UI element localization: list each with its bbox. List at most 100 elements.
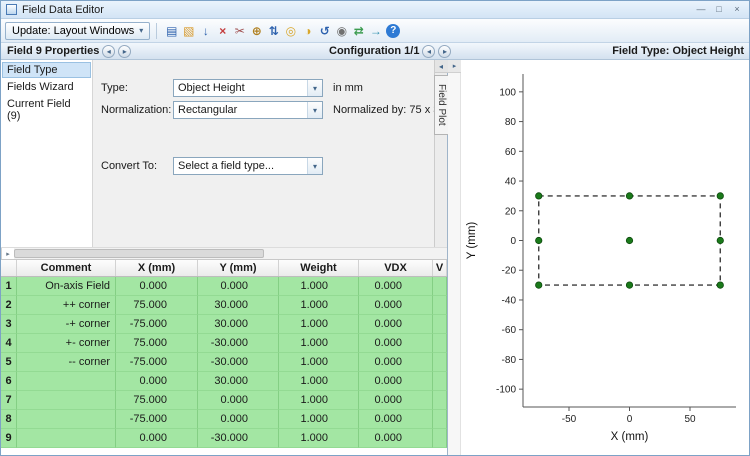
table-cell[interactable]: 75.000 xyxy=(116,296,198,315)
table-cell[interactable]: 0.000 xyxy=(359,296,433,315)
table-cell[interactable]: 1.000 xyxy=(279,429,359,448)
sidebar-item-current-field[interactable]: Current Field (9) xyxy=(2,96,91,124)
table-cell[interactable] xyxy=(433,334,447,353)
column-header-vdx[interactable]: VDX xyxy=(359,260,433,276)
table-cell[interactable]: 0.000 xyxy=(116,277,198,296)
next-configuration-button[interactable]: ▸ xyxy=(438,45,451,58)
column-header-comment[interactable]: Comment xyxy=(17,260,116,276)
table-cell[interactable]: 0.000 xyxy=(198,391,279,410)
table-cell[interactable]: 1.000 xyxy=(279,277,359,296)
column-header-y[interactable]: Y (mm) xyxy=(198,260,279,276)
scrollbar-thumb[interactable] xyxy=(14,249,264,258)
table-cell[interactable]: 8 xyxy=(1,410,17,429)
table-cell[interactable]: 9 xyxy=(1,429,17,448)
table-row[interactable]: 2++ corner75.00030.0001.0000.000 xyxy=(1,296,447,315)
previous-configuration-button[interactable]: ◂ xyxy=(422,45,435,58)
next-field-button[interactable]: ▸ xyxy=(118,45,131,58)
table-row[interactable]: 8-75.0000.0001.0000.000 xyxy=(1,410,447,429)
maximize-button[interactable]: □ xyxy=(710,3,728,17)
horizontal-scrollbar[interactable]: ◂ ▸ xyxy=(1,247,447,260)
table-cell[interactable]: -30.000 xyxy=(198,429,279,448)
convert-to-select[interactable]: Select a field type... ▾ xyxy=(173,157,323,175)
table-cell[interactable]: 1.000 xyxy=(279,353,359,372)
close-button[interactable]: × xyxy=(728,3,746,17)
table-cell[interactable]: ++ corner xyxy=(17,296,116,315)
table-cell[interactable]: 0.000 xyxy=(359,334,433,353)
table-row[interactable]: 60.00030.0001.0000.000 xyxy=(1,372,447,391)
table-cell[interactable]: 0.000 xyxy=(359,391,433,410)
table-cell[interactable]: 1.000 xyxy=(279,372,359,391)
table-cell[interactable]: 7 xyxy=(1,391,17,410)
update-layout-windows-button[interactable]: Update: Layout Windows ▾ xyxy=(5,22,150,40)
table-cell[interactable]: 0.000 xyxy=(359,429,433,448)
table-cell[interactable]: 0.000 xyxy=(359,315,433,334)
zoom-icon[interactable]: ⊕ xyxy=(248,22,265,40)
normalization-select[interactable]: Rectangular ▾ xyxy=(173,101,323,119)
titlebar[interactable]: Field Data Editor — □ × xyxy=(1,1,749,19)
table-cell[interactable]: 0.000 xyxy=(359,410,433,429)
table-cell[interactable]: -+ corner xyxy=(17,315,116,334)
table-cell[interactable]: -75.000 xyxy=(116,410,198,429)
table-cell[interactable]: 30.000 xyxy=(198,315,279,334)
column-header-weight[interactable]: Weight xyxy=(279,260,359,276)
table-cell[interactable]: 1.000 xyxy=(279,315,359,334)
swap-xy-icon[interactable]: ⇄ xyxy=(350,22,367,40)
table-cell[interactable]: 0.000 xyxy=(359,277,433,296)
table-cell[interactable]: 5 xyxy=(1,353,17,372)
table-cell[interactable]: -30.000 xyxy=(198,353,279,372)
cut-field-icon[interactable]: ✂ xyxy=(231,22,248,40)
table-cell[interactable] xyxy=(17,429,116,448)
table-cell[interactable]: 6 xyxy=(1,372,17,391)
sort-icon[interactable]: ⇅ xyxy=(265,22,282,40)
table-cell[interactable]: 2 xyxy=(1,296,17,315)
open-folder-icon[interactable]: ▧ xyxy=(180,22,197,40)
table-cell[interactable]: -30.000 xyxy=(198,334,279,353)
table-cell[interactable]: 1.000 xyxy=(279,391,359,410)
table-cell[interactable] xyxy=(17,410,116,429)
column-header-x[interactable]: X (mm) xyxy=(116,260,198,276)
save-icon[interactable]: ▤ xyxy=(163,22,180,40)
table-cell[interactable]: 0.000 xyxy=(116,429,198,448)
table-cell[interactable]: 0.000 xyxy=(198,277,279,296)
table-row[interactable]: 1On-axis Field0.0000.0001.0000.000 xyxy=(1,277,447,296)
table-cell[interactable]: 3 xyxy=(1,315,17,334)
table-cell[interactable]: 75.000 xyxy=(116,391,198,410)
table-cell[interactable]: 1.000 xyxy=(279,296,359,315)
table-cell[interactable] xyxy=(433,277,447,296)
table-row[interactable]: 775.0000.0001.0000.000 xyxy=(1,391,447,410)
table-cell[interactable] xyxy=(17,372,116,391)
table-cell[interactable]: 75.000 xyxy=(116,334,198,353)
column-header-rownum[interactable] xyxy=(1,260,17,276)
table-cell[interactable]: 0.000 xyxy=(198,410,279,429)
table-cell[interactable] xyxy=(433,429,447,448)
table-cell[interactable] xyxy=(433,410,447,429)
collapse-properties-button[interactable]: ◂ xyxy=(435,60,448,73)
table-cell[interactable]: 30.000 xyxy=(198,296,279,315)
table-cell[interactable] xyxy=(433,315,447,334)
invert-icon[interactable]: ◑ xyxy=(299,22,316,40)
table-cell[interactable]: 1.000 xyxy=(279,410,359,429)
scroll-right-button[interactable]: ▸ xyxy=(1,248,14,259)
previous-field-button[interactable]: ◂ xyxy=(102,45,115,58)
minimize-button[interactable]: — xyxy=(692,3,710,17)
table-cell[interactable]: 0.000 xyxy=(359,372,433,391)
sidebar-item-fields-wizard[interactable]: Fields Wizard xyxy=(2,79,91,95)
undo-icon[interactable]: ↺ xyxy=(316,22,333,40)
tab-field-plot[interactable]: Field Plot xyxy=(434,75,448,135)
table-cell[interactable] xyxy=(433,372,447,391)
preview-icon[interactable]: ◉ xyxy=(333,22,350,40)
table-cell[interactable]: -75.000 xyxy=(116,353,198,372)
table-cell[interactable] xyxy=(433,296,447,315)
table-cell[interactable]: 1 xyxy=(1,277,17,296)
forward-icon[interactable]: → xyxy=(367,22,384,40)
table-cell[interactable] xyxy=(433,391,447,410)
table-cell[interactable]: 0.000 xyxy=(116,372,198,391)
table-cell[interactable] xyxy=(433,353,447,372)
help-icon[interactable]: ? xyxy=(386,24,400,38)
table-cell[interactable]: 1.000 xyxy=(279,334,359,353)
table-row[interactable]: 90.000-30.0001.0000.000 xyxy=(1,429,447,448)
column-header-vdy-partial[interactable]: V xyxy=(433,260,447,276)
table-cell[interactable]: +- corner xyxy=(17,334,116,353)
table-cell[interactable] xyxy=(17,391,116,410)
field-type-select[interactable]: Object Height ▾ xyxy=(173,79,323,97)
